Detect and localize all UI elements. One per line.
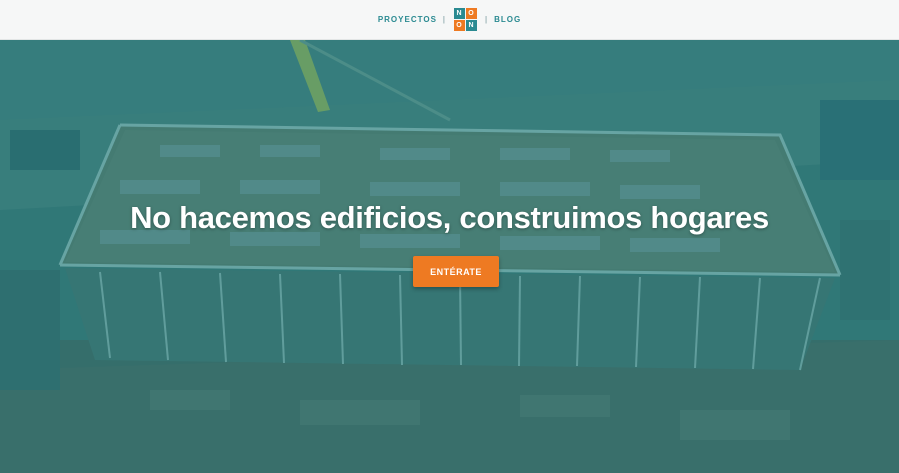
hero-section: No hacemos edificios, construimos hogare… xyxy=(0,40,899,473)
nav-link-blog[interactable]: BLOG xyxy=(494,15,521,24)
nav-link-proyectos[interactable]: PROYECTOS xyxy=(378,15,437,24)
logo-letter: N xyxy=(465,20,477,31)
logo-letter: O xyxy=(465,8,477,19)
nav-separator: | xyxy=(484,15,489,24)
enterate-button[interactable]: ENTÉRATE xyxy=(413,256,499,287)
top-navigation-bar: PROYECTOS | N O O N | BLOG xyxy=(0,0,899,40)
brand-logo[interactable]: N O O N xyxy=(453,8,477,31)
logo-letter: O xyxy=(453,20,465,31)
hero-headline: No hacemos edificios, construimos hogare… xyxy=(130,200,769,235)
nav-separator: | xyxy=(442,15,446,24)
nav-links: PROYECTOS | N O O N | BLOG xyxy=(378,8,521,31)
logo-letter: N xyxy=(453,8,465,19)
